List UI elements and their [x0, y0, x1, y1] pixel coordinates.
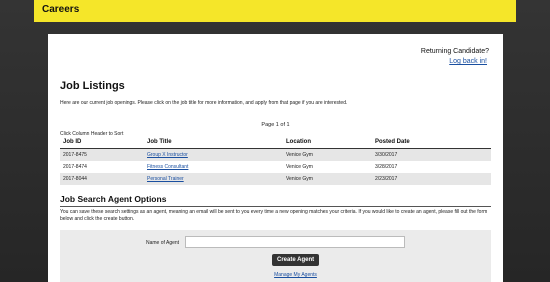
- section-divider: [60, 206, 491, 207]
- table-header-row: Job ID Job Title Location Posted Date: [60, 138, 491, 149]
- location-cell: Venice Gym: [283, 173, 372, 185]
- column-header-location[interactable]: Location: [283, 138, 372, 149]
- job-title-link[interactable]: Fitness Consultant: [147, 164, 188, 170]
- pagination-info: Page 1 of 1: [261, 122, 290, 128]
- job-id-cell: 2017-8474: [63, 164, 87, 170]
- job-title-cell: Personal Trainer: [144, 173, 283, 185]
- location-cell: Venice Gym: [286, 164, 313, 170]
- job-id-cell: 2017-8044: [60, 173, 144, 185]
- agent-name-label: Name of Agent: [146, 240, 180, 246]
- manage-my-agents-link[interactable]: Manage My Agents: [48, 272, 543, 278]
- jobs-table: Job ID Job Title Location Posted Date 20…: [60, 138, 491, 185]
- job-title-link[interactable]: Personal Trainer: [147, 176, 184, 182]
- listings-intro: Here are our current job openings. Pleas…: [60, 100, 348, 106]
- job-title-cell: Fitness Consultant: [144, 161, 283, 173]
- job-listings-heading: Job Listings: [60, 80, 125, 92]
- column-header-job-title[interactable]: Job Title: [144, 138, 283, 149]
- table-row: 2017-8475 Group X Instructor Venice Gym …: [60, 148, 491, 161]
- content-panel: Returning Candidate? Log back in! Job Li…: [48, 34, 503, 282]
- agent-name-input[interactable]: [185, 236, 405, 248]
- table-row: 2017-8474 Fitness Consultant Venice Gym …: [60, 161, 491, 173]
- column-header-posted-date[interactable]: Posted Date: [372, 138, 491, 149]
- page-title: Careers: [42, 4, 80, 15]
- header-bar: Careers: [34, 0, 516, 22]
- posted-date-cell: 2/23/2017: [372, 173, 491, 185]
- job-title-link[interactable]: Group X Instructor: [147, 152, 188, 158]
- job-title-cell: Group X Instructor: [144, 148, 283, 161]
- table-row: 2017-8044 Personal Trainer Venice Gym 2/…: [60, 173, 491, 185]
- log-back-in-link[interactable]: Log back in!: [449, 58, 487, 65]
- agent-description: You can save these search settings as an…: [60, 209, 488, 222]
- create-agent-button[interactable]: Create Agent: [272, 254, 320, 266]
- location-cell: Venice Gym: [283, 148, 372, 161]
- returning-candidate-label: Returning Candidate?: [420, 48, 489, 55]
- job-id-cell: 2017-8475: [60, 148, 144, 161]
- sort-hint: Click Column Header to Sort: [60, 131, 124, 137]
- posted-date-cell: 3/30/2017: [372, 148, 491, 161]
- job-search-agent-heading: Job Search Agent Options: [60, 194, 167, 204]
- posted-date-cell: 3/28/2017: [375, 164, 398, 170]
- column-header-job-id[interactable]: Job ID: [60, 138, 144, 149]
